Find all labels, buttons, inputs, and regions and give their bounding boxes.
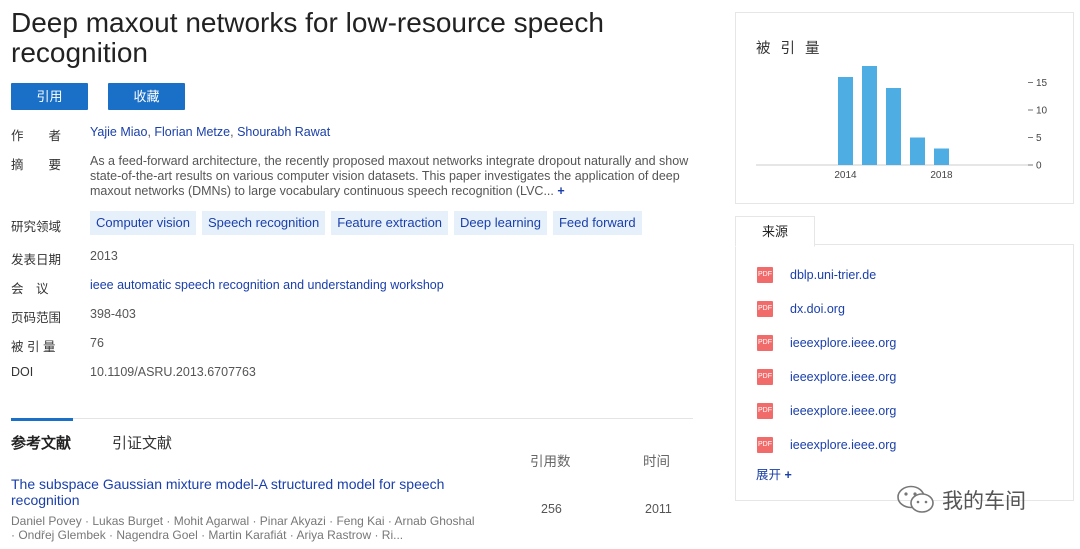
- tab-references[interactable]: 参考文献: [11, 432, 71, 453]
- author-link[interactable]: Florian Metze: [154, 125, 230, 139]
- sources-panel: PDF dblp.uni-trier.de PDF dx.doi.org PDF…: [735, 244, 1074, 501]
- source-link[interactable]: dx.doi.org: [790, 302, 845, 316]
- expand-label: 展开: [756, 468, 782, 482]
- doi-row: DOI 10.1109/ASRU.2013.6707763: [11, 365, 701, 394]
- wechat-icon: [897, 485, 934, 513]
- chart-bar[interactable]: [838, 77, 853, 165]
- source-item[interactable]: PDF ieeexplore.ieee.org: [757, 369, 896, 385]
- cited-value: 76: [90, 336, 104, 350]
- field-tag[interactable]: Feature extraction: [331, 211, 449, 235]
- fields-row: 研究领域 Computer vision Speech recognition …: [11, 211, 701, 249]
- reference-authors: Daniel Povey · Lukas Burget · Mohit Agar…: [11, 514, 475, 542]
- chart-bar[interactable]: [862, 66, 877, 165]
- cite-button[interactable]: 引用: [11, 83, 88, 110]
- source-item[interactable]: PDF ieeexplore.ieee.org: [757, 437, 896, 453]
- abstract-label: 摘 要: [11, 158, 62, 172]
- venue-label: 会 议: [11, 282, 49, 296]
- pdf-icon: PDF: [757, 437, 773, 453]
- source-link[interactable]: ieeexplore.ieee.org: [790, 438, 896, 452]
- expand-abstract-icon[interactable]: +: [557, 184, 564, 198]
- fields-label: 研究领域: [11, 220, 62, 234]
- doi-value: 10.1109/ASRU.2013.6707763: [90, 365, 256, 379]
- abstract-text: As a feed-forward architecture, the rece…: [90, 154, 689, 198]
- x-tick-label: 2018: [930, 170, 953, 181]
- cited-row: 被 引 量 76: [11, 336, 701, 365]
- pages-label: 页码范围: [11, 311, 62, 325]
- tab-citing-papers[interactable]: 引证文献: [112, 432, 172, 453]
- source-link[interactable]: ieeexplore.ieee.org: [790, 336, 896, 350]
- cited-by-panel: 被 引 量 0 5 10 15 2014 2018: [735, 12, 1074, 204]
- chart-bar[interactable]: [886, 88, 901, 165]
- expand-sources-button[interactable]: 展开 +: [756, 464, 792, 483]
- source-item[interactable]: PDF ieeexplore.ieee.org: [757, 403, 896, 419]
- y-tick-label: 10: [1036, 106, 1048, 117]
- source-item[interactable]: PDF dblp.uni-trier.de: [757, 267, 876, 283]
- pdf-icon: PDF: [757, 335, 773, 351]
- pdf-icon: PDF: [757, 267, 773, 283]
- active-tab-indicator: [11, 418, 73, 421]
- y-tick-label: 0: [1036, 161, 1042, 172]
- venue-row: 会 议 ieee automatic speech recognition an…: [11, 278, 701, 307]
- authors-row: 作 者 Yajie Miao, Florian Metze, Shourabh …: [11, 125, 701, 154]
- reference-title-link[interactable]: The subspace Gaussian mixture model-A st…: [11, 476, 491, 508]
- tab-sources[interactable]: 来源: [735, 216, 815, 247]
- pages-row: 页码范围 398-403: [11, 307, 701, 336]
- y-tick-label: 15: [1036, 78, 1048, 89]
- source-item[interactable]: PDF ieeexplore.ieee.org: [757, 335, 896, 351]
- pdf-icon: PDF: [757, 369, 773, 385]
- date-label: 发表日期: [11, 253, 62, 267]
- field-tag[interactable]: Speech recognition: [201, 211, 326, 235]
- source-link[interactable]: dblp.uni-trier.de: [790, 268, 876, 282]
- tabs-divider: [11, 418, 693, 419]
- reference-citations: 256: [541, 502, 562, 516]
- source-link[interactable]: ieeexplore.ieee.org: [790, 370, 896, 384]
- pdf-icon: PDF: [757, 301, 773, 317]
- source-item[interactable]: PDF dx.doi.org: [757, 301, 845, 317]
- paper-detail: Deep maxout networks for low-resource sp…: [11, 8, 701, 394]
- y-tick-label: 5: [1036, 133, 1042, 144]
- source-link[interactable]: ieeexplore.ieee.org: [790, 404, 896, 418]
- paper-title: Deep maxout networks for low-resource sp…: [11, 7, 604, 68]
- column-header-year[interactable]: 时间: [643, 450, 670, 470]
- chart-bar[interactable]: [934, 148, 949, 166]
- cited-by-chart: 0 5 10 15 2014 2018: [756, 66, 1048, 181]
- author-link[interactable]: Shourabh Rawat: [237, 125, 330, 139]
- plus-icon: +: [784, 468, 792, 482]
- cited-label: 被 引 量: [11, 340, 56, 354]
- watermark: 我的车间: [896, 484, 1026, 516]
- venue-link[interactable]: ieee automatic speech recognition and un…: [90, 278, 444, 307]
- column-header-citations[interactable]: 引用数: [530, 450, 571, 470]
- favorite-button[interactable]: 收藏: [108, 83, 185, 110]
- chart-bar[interactable]: [910, 137, 925, 166]
- author-link[interactable]: Yajie Miao: [90, 125, 147, 139]
- date-row: 发表日期 2013: [11, 249, 701, 278]
- x-tick-label: 2014: [834, 170, 857, 181]
- authors-label: 作 者: [11, 129, 62, 143]
- pages-value: 398-403: [90, 307, 136, 321]
- pdf-icon: PDF: [757, 403, 773, 419]
- date-value: 2013: [90, 249, 118, 263]
- doi-label: DOI: [11, 365, 34, 379]
- field-tag[interactable]: Computer vision: [90, 211, 196, 235]
- watermark-text: 我的车间: [942, 490, 1026, 513]
- reference-year: 2011: [645, 502, 672, 516]
- abstract-row: 摘 要 As a feed-forward architecture, the …: [11, 154, 701, 216]
- field-tag[interactable]: Feed forward: [552, 211, 642, 235]
- field-tag[interactable]: Deep learning: [454, 211, 547, 235]
